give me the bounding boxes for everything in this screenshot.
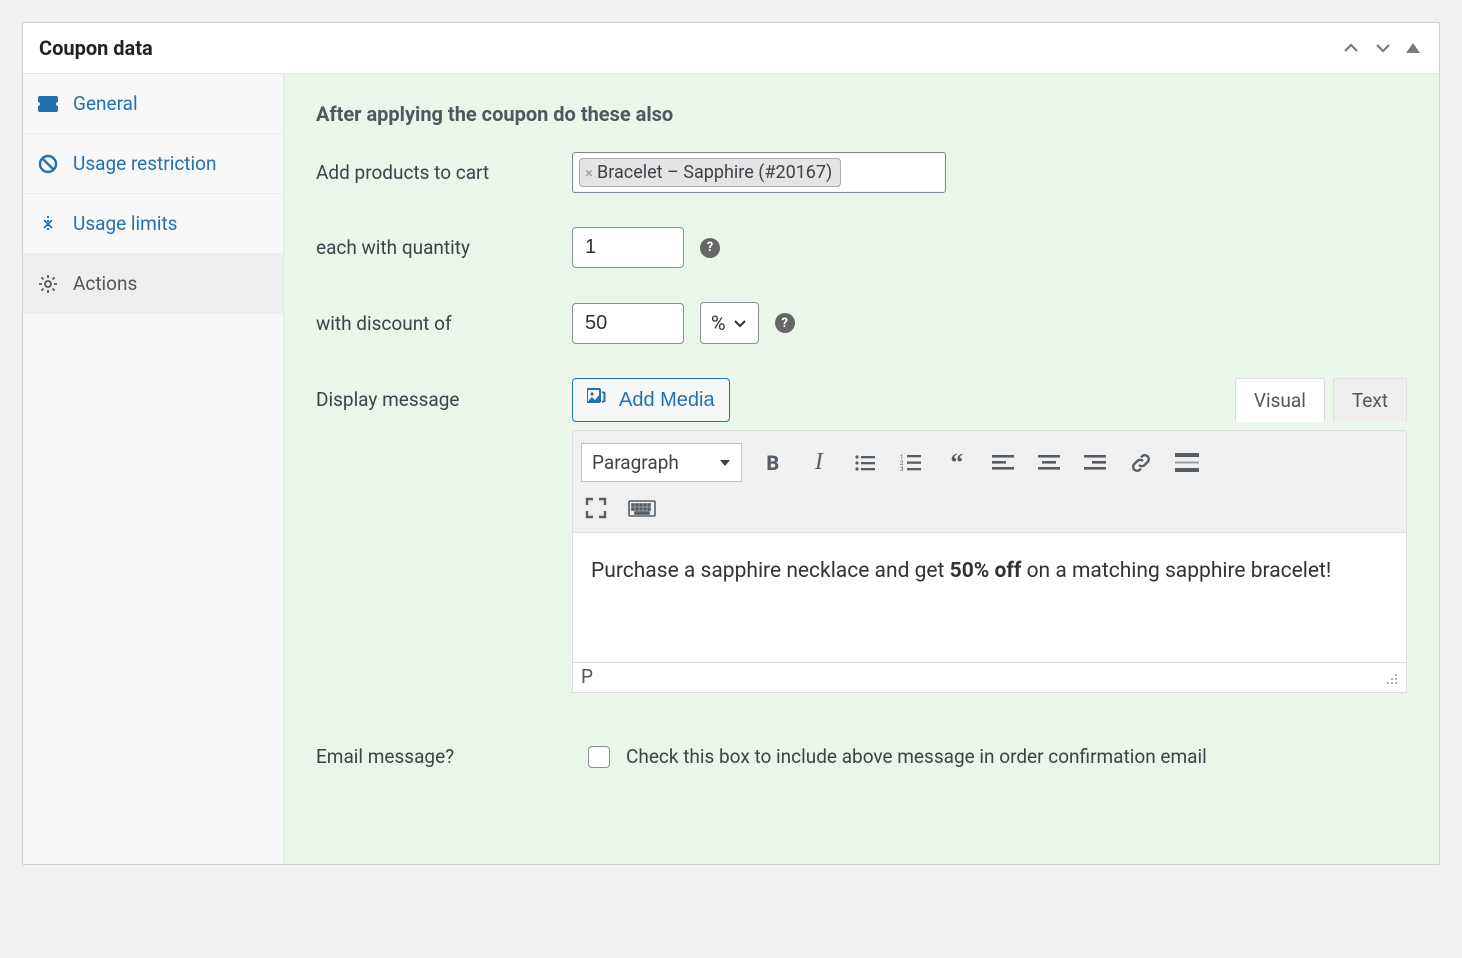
sidebar-item-usage-limits[interactable]: Usage limits — [23, 194, 283, 254]
editor-toolbar: Paragraph B I 123 “ — [572, 430, 1407, 533]
discount-unit-select[interactable]: % — [700, 302, 759, 344]
sidebar-item-label: Usage limits — [73, 212, 177, 235]
editor-header: Add Media Visual Text — [572, 378, 1407, 422]
sidebar-item-label: Actions — [73, 272, 137, 295]
tab-text[interactable]: Text — [1333, 378, 1407, 422]
add-media-label: Add Media — [619, 389, 715, 412]
resize-handle-icon[interactable] — [1384, 671, 1398, 688]
editor-text-bold: 50% off — [950, 559, 1022, 583]
row-quantity: each with quantity ? — [316, 227, 1407, 268]
bulleted-list-icon[interactable] — [850, 449, 880, 477]
email-message-label: Email message? — [316, 745, 572, 768]
editor-text-pre: Purchase a sapphire necklace and get — [591, 559, 950, 583]
panel-header-actions — [1341, 38, 1421, 58]
gear-icon — [37, 273, 59, 295]
editor-path: P — [581, 665, 593, 688]
panel-body: General Usage restriction Usage limits A… — [23, 74, 1439, 864]
italic-icon[interactable]: I — [804, 449, 834, 477]
bold-icon[interactable]: B — [758, 449, 788, 477]
align-left-icon[interactable] — [988, 449, 1018, 477]
quantity-input[interactable] — [572, 227, 684, 268]
svg-text:3: 3 — [900, 466, 903, 473]
keyboard-toggle-icon[interactable] — [627, 494, 657, 522]
sidebar: General Usage restriction Usage limits A… — [23, 74, 284, 864]
read-more-icon[interactable] — [1172, 449, 1202, 477]
sidebar-item-general[interactable]: General — [23, 74, 283, 134]
help-icon[interactable]: ? — [700, 238, 720, 258]
move-up-icon[interactable] — [1341, 38, 1361, 58]
discount-input[interactable] — [572, 303, 684, 344]
sidebar-item-usage-restriction[interactable]: Usage restriction — [23, 134, 283, 194]
ticket-icon — [37, 93, 59, 115]
add-products-label: Add products to cart — [316, 161, 572, 184]
help-icon[interactable]: ? — [775, 313, 795, 333]
align-right-icon[interactable] — [1080, 449, 1110, 477]
editor-tabs: Visual Text — [1235, 378, 1407, 422]
coupon-data-panel: Coupon data General — [22, 22, 1440, 865]
product-select[interactable]: × Bracelet – Sapphire (#20167) — [572, 152, 946, 193]
add-media-button[interactable]: Add Media — [572, 378, 730, 422]
ban-icon — [37, 153, 59, 175]
panel-title: Coupon data — [39, 36, 153, 60]
row-add-products: Add products to cart × Bracelet – Sapphi… — [316, 152, 1407, 193]
sidebar-item-label: General — [73, 92, 138, 115]
media-icon — [587, 387, 609, 413]
editor-text-post: on a matching sapphire bracelet! — [1021, 559, 1331, 583]
link-icon[interactable] — [1126, 449, 1156, 477]
sidebar-item-label: Usage restriction — [73, 152, 216, 175]
editor-content[interactable]: Purchase a sapphire necklace and get 50%… — [572, 533, 1407, 663]
email-message-description: Check this box to include above message … — [626, 745, 1207, 768]
row-discount: with discount of % ? — [316, 302, 1407, 344]
toggle-collapse-icon[interactable] — [1405, 40, 1421, 56]
email-message-checkbox[interactable] — [588, 746, 610, 768]
section-title: After applying the coupon do these also — [316, 102, 1407, 126]
remove-chip-icon[interactable]: × — [585, 164, 593, 182]
format-select[interactable]: Paragraph — [581, 443, 742, 482]
row-display-message: Display message Add Media Visual Text — [316, 378, 1407, 693]
discount-unit-label: % — [711, 311, 726, 335]
quantity-label: each with quantity — [316, 236, 572, 259]
content-area: After applying the coupon do these also … — [284, 74, 1439, 864]
limits-icon — [37, 213, 59, 235]
sidebar-item-actions[interactable]: Actions — [23, 254, 283, 314]
move-down-icon[interactable] — [1373, 38, 1393, 58]
product-chip-label: Bracelet – Sapphire (#20167) — [597, 162, 832, 183]
align-center-icon[interactable] — [1034, 449, 1064, 477]
product-chip: × Bracelet – Sapphire (#20167) — [579, 158, 841, 187]
numbered-list-icon[interactable]: 123 — [896, 449, 926, 477]
blockquote-icon[interactable]: “ — [942, 449, 972, 477]
tab-visual[interactable]: Visual — [1235, 378, 1325, 422]
display-message-label: Display message — [316, 378, 572, 411]
editor-statusbar: P — [572, 663, 1407, 693]
panel-header: Coupon data — [23, 23, 1439, 74]
discount-label: with discount of — [316, 312, 572, 335]
row-email-message: Email message? Check this box to include… — [316, 745, 1407, 768]
fullscreen-icon[interactable] — [581, 494, 611, 522]
